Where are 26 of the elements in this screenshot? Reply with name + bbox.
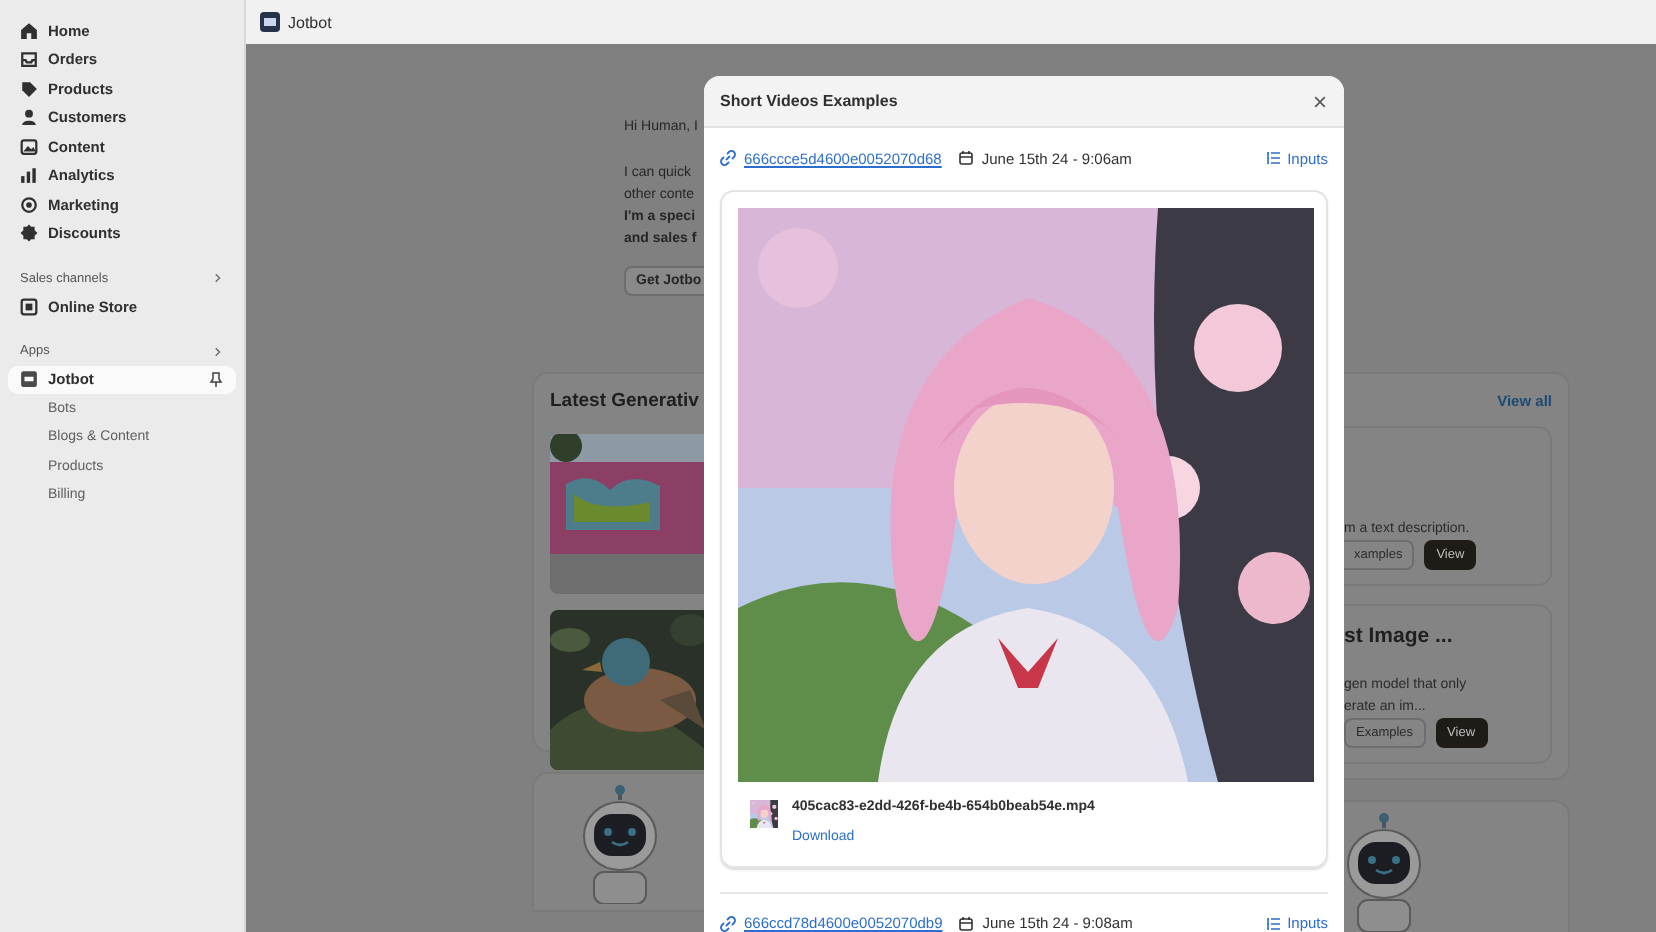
chevron-icon (212, 272, 224, 284)
model-title: st Image ... (1344, 624, 1455, 652)
robot-drawing (579, 784, 659, 904)
pin-icon (208, 371, 224, 388)
badge-icon (20, 224, 38, 243)
home-icon (20, 21, 38, 40)
app-icon (20, 370, 38, 389)
link-icon (720, 150, 736, 166)
target-icon (20, 195, 38, 214)
list-icon (1265, 150, 1282, 166)
calendar-icon (958, 915, 975, 931)
image-icon (20, 137, 38, 156)
store-icon (20, 297, 38, 316)
gallery-title: Latest Generativ (550, 390, 701, 416)
person-icon (20, 108, 38, 127)
app-title: Jotbot (288, 13, 332, 31)
calendar-icon (957, 150, 974, 166)
bar-chart-icon (20, 166, 38, 185)
list-icon (1265, 915, 1282, 931)
inbox-icon (20, 50, 38, 69)
chevron-icon (212, 345, 224, 357)
tag-icon (20, 79, 38, 98)
close-icon[interactable] (1314, 95, 1326, 107)
link-icon (720, 915, 736, 931)
app-logo-icon (260, 12, 280, 32)
modal-title: Short Videos Examples (720, 92, 898, 110)
